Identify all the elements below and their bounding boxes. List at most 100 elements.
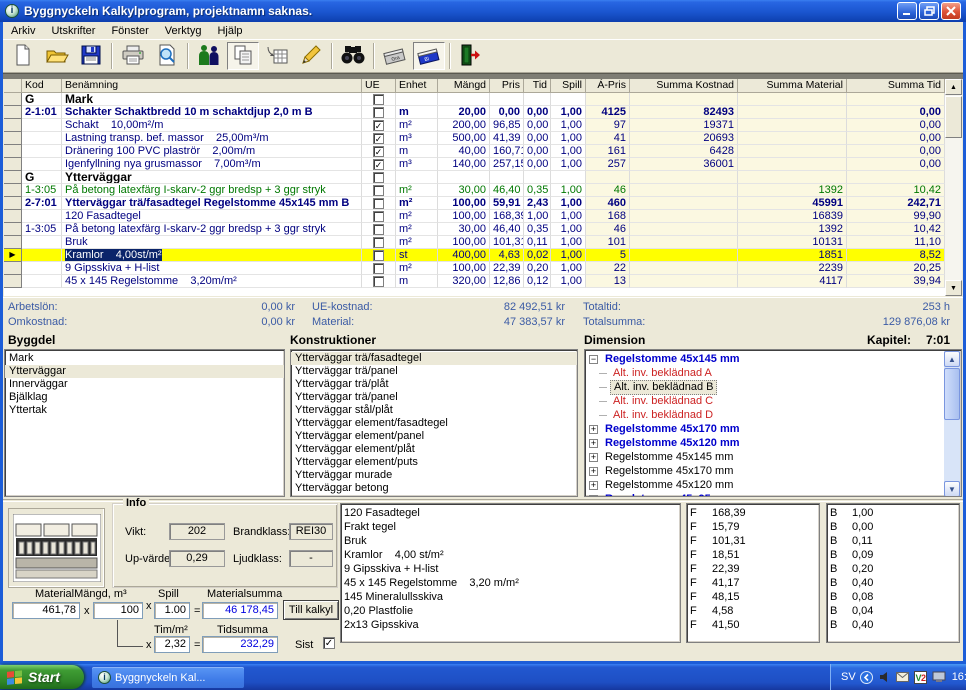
table-row[interactable]: Schakt 10,00m²/m✓m²200,0096,850,001,0097…	[4, 119, 962, 132]
row-selector[interactable]	[4, 223, 22, 236]
expand-icon[interactable]: +	[589, 495, 598, 498]
ue-checkbox[interactable]: ✓	[373, 159, 384, 170]
f-row[interactable]: F101,31	[690, 534, 819, 548]
print-button[interactable]	[117, 42, 149, 70]
tree-scroll-thumb[interactable]	[944, 368, 960, 420]
ue-checkbox[interactable]: ✓	[373, 133, 384, 144]
language-indicator[interactable]: SV	[841, 671, 856, 683]
ue-checkbox[interactable]	[373, 94, 384, 105]
table-row[interactable]: 45 x 145 Regelstomme 3,20m/m²m320,0012,8…	[4, 275, 962, 288]
save-button[interactable]	[75, 42, 107, 70]
byggdel-item[interactable]: Yttertak	[5, 404, 284, 417]
ue-checkbox[interactable]	[373, 250, 384, 261]
f-row[interactable]: F41,17	[690, 576, 819, 590]
table-row[interactable]: Dränering 100 PVC plaströr 2,00m/m✓m40,0…	[4, 145, 962, 158]
table-row[interactable]: Lastning transp. bef. massor 25,00m³/m✓m…	[4, 132, 962, 145]
f-row[interactable]: F18,51	[690, 548, 819, 562]
table-button[interactable]	[261, 42, 293, 70]
new-button[interactable]	[7, 42, 39, 70]
expand-icon[interactable]: +	[589, 453, 598, 462]
minimize-button[interactable]	[897, 2, 917, 20]
ue-checkbox[interactable]	[373, 263, 384, 274]
table-row[interactable]: 2-7:01Ytterväggar trä/fasadtegel Regelst…	[4, 197, 962, 210]
row-selector[interactable]	[4, 210, 22, 223]
speaker-icon[interactable]	[878, 670, 892, 684]
table-row[interactable]: 9 Gipsskiva + H-listm²100,0022,390,201,0…	[4, 262, 962, 275]
ue-checkbox[interactable]	[373, 198, 384, 209]
table-row[interactable]: ▶Kramlor 4,00st/m²st400,004,630,021,0051…	[4, 249, 962, 262]
f-row[interactable]: F22,39	[690, 562, 819, 576]
row-selector[interactable]	[4, 158, 22, 171]
konstruktioner-item[interactable]: Ytterväggar element/fasadtegel	[291, 417, 577, 430]
table-row[interactable]: GYtterväggar	[4, 171, 962, 184]
table-row[interactable]: 2-1:01Schakter Schaktbredd 10 m schaktdj…	[4, 106, 962, 119]
expand-icon[interactable]: +	[589, 467, 598, 476]
grid-scrollbar[interactable]: ▲ ▼	[945, 79, 962, 296]
tidsumma-field[interactable]: 232,29	[202, 636, 278, 653]
material-item[interactable]: Kramlor 4,00 st/m²	[344, 548, 680, 562]
collapse-icon[interactable]: −	[589, 355, 598, 364]
chevron-ball-icon[interactable]	[860, 670, 874, 684]
expand-icon[interactable]: +	[589, 439, 598, 448]
start-button[interactable]: Start	[0, 665, 84, 689]
column-header-2[interactable]: UE	[362, 79, 396, 93]
table-row[interactable]: Igenfyllning nya grusmassor 7,00m³/m✓m³1…	[4, 158, 962, 171]
material-item[interactable]: 145 Mineralullsskiva	[344, 590, 680, 604]
row-selector[interactable]	[4, 262, 22, 275]
row-selector[interactable]: ▶	[4, 249, 22, 262]
f-row[interactable]: F15,79	[690, 520, 819, 534]
table-row[interactable]: 1-3:05På betong latexfärg I-skarv-2 ggr …	[4, 184, 962, 197]
persons-button[interactable]	[193, 42, 225, 70]
till-kalkyl-button[interactable]: Till kalkyl	[283, 600, 339, 620]
task-button[interactable]: i Byggnyckeln Kal...	[92, 667, 244, 688]
b-row[interactable]: B0,09	[830, 548, 959, 562]
faktor-field[interactable]: 100	[93, 602, 143, 619]
tree-scroll-up-icon[interactable]: ▲	[944, 351, 960, 367]
f-row[interactable]: F168,39	[690, 506, 819, 520]
tree-item[interactable]: Alt. inv. beklädnad D	[585, 408, 944, 422]
v2-icon[interactable]: V2	[914, 670, 928, 684]
tree-item[interactable]: +Regelstomme 45x170 mm	[585, 464, 944, 478]
tree-item[interactable]: Alt. inv. beklädnad C	[585, 394, 944, 408]
spill-field[interactable]: 1.00	[154, 602, 190, 619]
ue-checkbox[interactable]	[373, 107, 384, 118]
edit-button[interactable]	[295, 42, 327, 70]
material-item[interactable]: 45 x 145 Regelstomme 3,20 m/m²	[344, 576, 680, 590]
blue-book-button[interactable]: Bl	[413, 42, 445, 70]
row-selector[interactable]	[4, 184, 22, 197]
row-selector[interactable]	[4, 106, 22, 119]
menu-item-fönster[interactable]: Fönster	[103, 23, 156, 39]
material-item[interactable]: 2x13 Gipsskiva	[344, 618, 680, 632]
byggdel-item[interactable]: Mark	[5, 352, 284, 365]
b-row[interactable]: B0,40	[830, 576, 959, 590]
column-header-5[interactable]: Pris	[490, 79, 524, 93]
column-header-0[interactable]: Kod	[22, 79, 62, 93]
ue-checkbox[interactable]	[373, 276, 384, 287]
row-selector[interactable]	[4, 236, 22, 249]
tree-item[interactable]: Alt. inv. beklädnad B	[585, 380, 944, 394]
expand-icon[interactable]: +	[589, 481, 598, 490]
ue-checkbox[interactable]: ✓	[373, 146, 384, 157]
material-item[interactable]: Bruk	[344, 534, 680, 548]
ue-checkbox[interactable]	[373, 224, 384, 235]
konstruktioner-item[interactable]: Ytterväggar stål/plåt	[291, 404, 577, 417]
tree-item[interactable]: +Regelstomme 45x120 mm	[585, 436, 944, 450]
row-selector[interactable]	[4, 119, 22, 132]
byggdel-item[interactable]: Bjälklag	[5, 391, 284, 404]
tree-item[interactable]: +Regelstomme 45x145 mm	[585, 450, 944, 464]
b-row[interactable]: B0,04	[830, 604, 959, 618]
menu-item-hjälp[interactable]: Hjälp	[209, 23, 250, 39]
b-row[interactable]: B0,08	[830, 590, 959, 604]
konstruktioner-item[interactable]: Ytterväggar trä/panel	[291, 365, 577, 378]
copy-button[interactable]	[227, 42, 259, 70]
materialsumma-field[interactable]: 46 178,45	[202, 602, 278, 619]
konstruktioner-item[interactable]: Ytterväggar element/panel	[291, 430, 577, 443]
scroll-down-icon[interactable]: ▼	[945, 280, 962, 296]
close-button[interactable]	[941, 2, 961, 20]
b-row[interactable]: B0,20	[830, 562, 959, 576]
menu-item-arkiv[interactable]: Arkiv	[3, 23, 43, 39]
konstruktioner-item[interactable]: Ytterväggar trä/fasadtegel	[291, 352, 577, 365]
tree-item[interactable]: +Regelstomme 45x95 mm	[585, 492, 944, 497]
row-selector[interactable]	[4, 132, 22, 145]
row-selector[interactable]	[4, 197, 22, 210]
